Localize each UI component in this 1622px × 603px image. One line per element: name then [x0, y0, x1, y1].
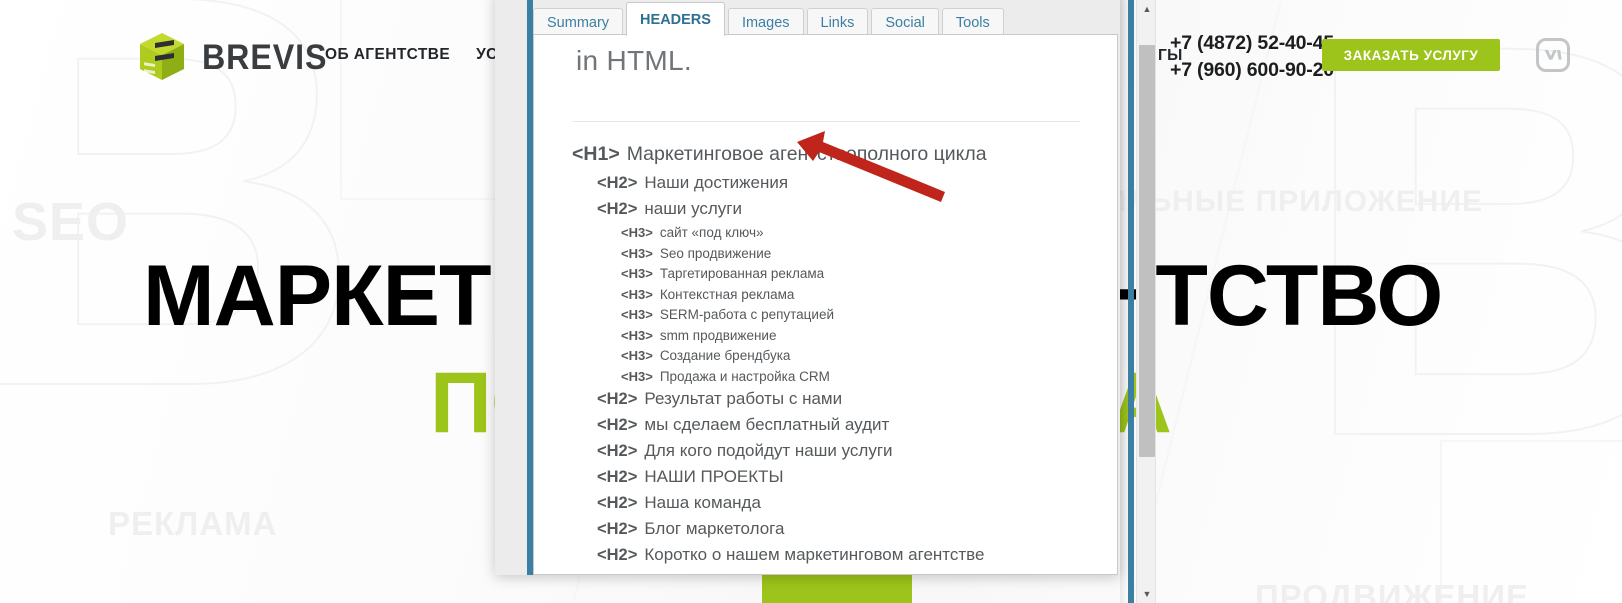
- phone-secondary[interactable]: +7 (960) 600-90-20: [1170, 57, 1334, 84]
- phone-primary[interactable]: +7 (4872) 52-40-45: [1170, 30, 1334, 57]
- divider-top: [572, 121, 1080, 122]
- header-level-tag: <H2>: [597, 442, 638, 460]
- hero-cta-button[interactable]: [762, 572, 912, 603]
- header-text: Продажа и настройка CRM: [659, 368, 830, 384]
- header-text: Таргетированная реклама: [659, 266, 825, 281]
- tab-social[interactable]: Social: [871, 8, 939, 36]
- header-level-tag: <H3>: [621, 368, 653, 384]
- header-text: Контекстная реклама: [659, 286, 795, 302]
- header-level-tag: <H3>: [621, 327, 653, 343]
- header-row: <H3> Seo продвижение: [621, 246, 1092, 261]
- tab-links[interactable]: Links: [806, 8, 869, 36]
- scroll-up-arrow-icon[interactable]: ▲: [1137, 0, 1157, 18]
- header-text: НАШИ ПРОЕКТЫ: [644, 467, 784, 486]
- header-row: <H2> Блог маркетолога: [597, 519, 1092, 539]
- header-row: <H3> Таргетированная реклама: [621, 266, 1092, 281]
- screenshot-root: B B SEO РЕКЛАМА ИЛЬНЫЕ ПРИЛОЖЕНИЕ ПРОДВИ…: [0, 0, 1622, 603]
- header-row: <H2> НАШИ ПРОЕКТЫ: [597, 467, 1092, 487]
- ghost-word-seo: SEO: [12, 192, 130, 252]
- header-level-tag: <H2>: [597, 174, 638, 192]
- header-text: smm продвижение: [659, 327, 777, 343]
- header-level-tag: <H2>: [597, 468, 638, 486]
- header-outline-list: <H1> Маркетинговое агентствополного цикла…: [572, 143, 1092, 571]
- tab-images[interactable]: Images: [727, 8, 804, 36]
- header-text: Результат работы с нами: [644, 389, 843, 408]
- header-text: SERM-работа с репутацией: [659, 307, 835, 322]
- header-level-tag: <H2>: [597, 520, 638, 538]
- header-level-tag: <H2>: [597, 494, 638, 512]
- header-row: <H2> Коротко о нашем маркетинговом агентс…: [597, 545, 1092, 565]
- nav-item-partial-right[interactable]: ГЫ: [1158, 47, 1183, 65]
- header-level-tag: <H2>: [597, 200, 638, 218]
- header-level-tag: <H3>: [621, 225, 653, 240]
- header-text: наши услуги: [644, 199, 743, 218]
- header-row: <H3> сайт «под ключ»: [621, 225, 1092, 240]
- tab-tools[interactable]: Tools: [941, 8, 1004, 36]
- ghost-word-mobile-apps: ИЛЬНЫЕ ПРИЛОЖЕНИЕ: [1105, 185, 1484, 218]
- header-row: <H1> Маркетинговое агентствополного цикла: [572, 143, 1092, 166]
- header-text: Блог маркетолога: [644, 519, 785, 538]
- header-row: <H2> Наши достижения: [597, 173, 1092, 193]
- seo-extension-popup: Summary HEADERS Images Links Social Tool…: [495, 0, 1120, 575]
- logo[interactable]: BREVIS: [136, 30, 338, 86]
- header-text: Создание брендбука: [659, 348, 791, 363]
- header-row: <H3> SERM-работа с репутацией: [621, 307, 1092, 322]
- header-row: <H2> мы сделаем бесплатный аудит: [597, 415, 1092, 435]
- panel-title: in HTML.: [576, 45, 692, 76]
- header-row: <H2> Наша команда: [597, 493, 1092, 513]
- header-text: мы сделаем бесплатный аудит: [644, 415, 890, 434]
- header-text: Seo продвижение: [659, 245, 772, 261]
- header-level-tag: <H3>: [621, 286, 653, 302]
- header-text: сайт «под ключ»: [659, 225, 764, 240]
- vk-glyph: [1544, 50, 1562, 60]
- header-level-tag: <H3>: [621, 266, 653, 281]
- ghost-word-reklama: РЕКЛАМА: [108, 505, 278, 542]
- header-row: <H2> Результат работы с нами: [597, 389, 1092, 409]
- header-level-tag: <H2>: [597, 390, 638, 408]
- header-row: <H3> smm продвижение: [621, 328, 1092, 343]
- header-row: <H2> наши услуги: [597, 199, 1092, 219]
- scroll-down-arrow-icon[interactable]: ▼: [1137, 585, 1157, 603]
- header-row: <H2> Для кого подойдут наши услуги: [597, 441, 1092, 461]
- brevis-cube-icon: [136, 30, 188, 86]
- header-text: Коротко о нашем маркетинговом агентстве: [644, 545, 985, 564]
- header-text: Маркетинговое агентствополного цикла: [626, 143, 987, 165]
- ghost-word-promotion: ПРОДВИЖЕНИЕ: [1255, 578, 1529, 603]
- header-level-tag: <H3>: [621, 307, 653, 322]
- header-row: <H3> Создание брендбука: [621, 348, 1092, 363]
- vk-icon[interactable]: [1536, 38, 1570, 72]
- tab-headers[interactable]: HEADERS: [626, 2, 725, 36]
- header-row: <H3> Продажа и настройка CRM: [621, 369, 1092, 384]
- popup-right-shadow: [1120, 0, 1128, 603]
- header-text: Для кого подойдут наши услуги: [644, 441, 893, 460]
- nav-item-about[interactable]: ОБ АГЕНТСТВЕ: [325, 46, 450, 64]
- header-row: <H3> Контекстная реклама: [621, 287, 1092, 302]
- header-text: Наши достижения: [644, 173, 789, 192]
- page-scrollbar[interactable]: ▲ ▼: [1136, 0, 1156, 603]
- tab-summary[interactable]: Summary: [533, 8, 624, 36]
- header-level-tag: <H1>: [572, 143, 620, 165]
- popup-tabbar: Summary HEADERS Images Links Social Tool…: [533, 0, 1120, 36]
- header-text: Наша команда: [644, 493, 761, 512]
- header-level-tag: <H2>: [597, 416, 638, 434]
- header-phone-numbers: +7 (4872) 52-40-45 +7 (960) 600-90-20: [1170, 30, 1334, 84]
- popup-edge-accent: [1128, 0, 1134, 603]
- order-service-button[interactable]: ЗАКАЗАТЬ УСЛУГУ: [1322, 39, 1500, 71]
- header-level-tag: <H2>: [597, 546, 638, 564]
- header-level-tag: <H3>: [621, 348, 653, 363]
- popup-inner: Summary HEADERS Images Links Social Tool…: [533, 0, 1120, 575]
- headers-panel-body: in HTML. <H1> Маркетинговое агентствополн…: [533, 34, 1118, 575]
- header-level-tag: <H3>: [621, 245, 653, 261]
- logo-text: BREVIS: [202, 38, 328, 77]
- scrollbar-thumb[interactable]: [1139, 45, 1155, 457]
